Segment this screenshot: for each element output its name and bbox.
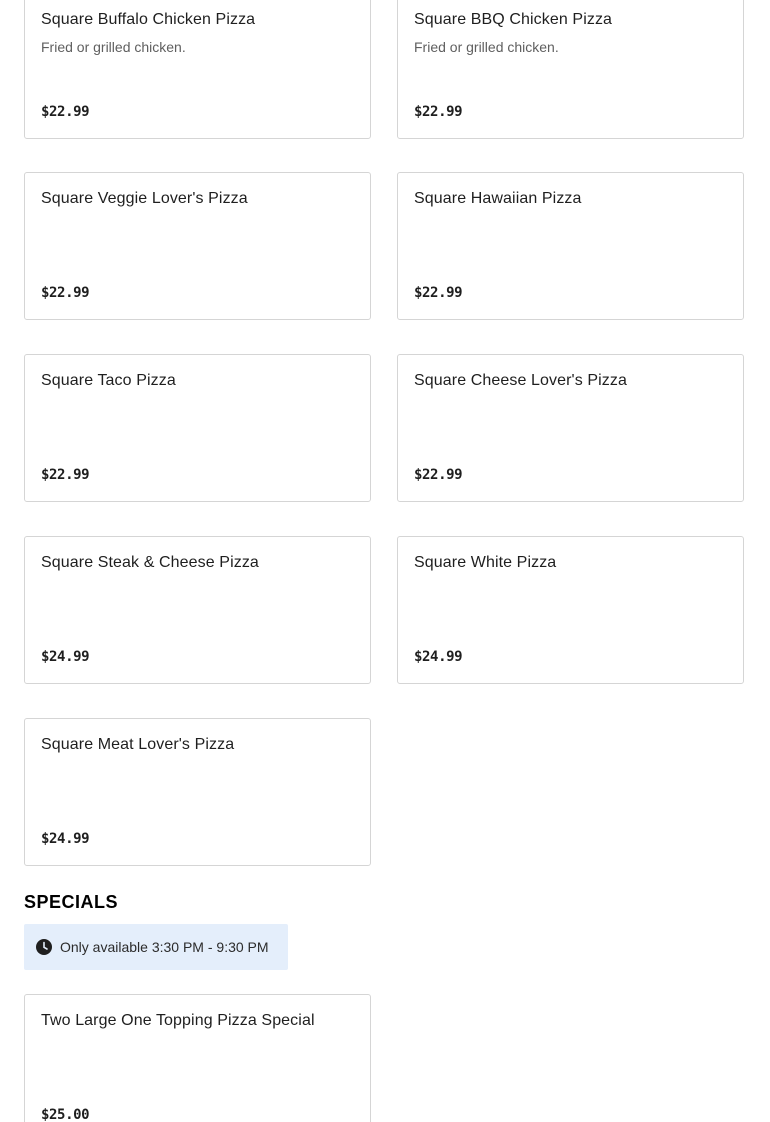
menu-item-name: Two Large One Topping Pizza Special [41, 1012, 315, 1029]
menu-item-card[interactable]: Square Steak & Cheese Pizza $24.99 [24, 536, 371, 684]
menu-item-price: $22.99 [414, 467, 463, 483]
specials-section-title: SPECIALS [24, 892, 119, 912]
special-item-card[interactable]: Two Large One Topping Pizza Special $25.… [24, 994, 371, 1122]
menu-item-name: Square Hawaiian Pizza [414, 190, 582, 207]
menu-item-card[interactable]: Square Buffalo Chicken Pizza Fried or gr… [24, 0, 371, 139]
menu-item-name: Square Cheese Lover's Pizza [414, 372, 627, 389]
availability-banner: Only available 3:30 PM - 9:30 PM [24, 924, 288, 970]
menu-item-name: Square Veggie Lover's Pizza [41, 190, 248, 207]
menu-item-card[interactable]: Square Taco Pizza $22.99 [24, 354, 371, 502]
menu-item-price: $24.99 [41, 649, 90, 665]
menu-item-description: Fried or grilled chicken. [41, 39, 186, 55]
menu-page: Square Buffalo Chicken Pizza Fried or gr… [0, 0, 770, 1122]
menu-item-name: Square Buffalo Chicken Pizza [41, 11, 256, 28]
menu-item-card[interactable]: Square Meat Lover's Pizza $24.99 [24, 718, 371, 866]
menu-item-price: $22.99 [414, 104, 463, 120]
menu-item-name: Square White Pizza [414, 554, 557, 571]
menu-item-name: Square Taco Pizza [41, 372, 176, 389]
menu-item-price: $25.00 [41, 1107, 90, 1122]
menu-item-card[interactable]: Square Veggie Lover's Pizza $22.99 [24, 172, 371, 320]
menu-item-price: $22.99 [414, 285, 463, 301]
menu-item-price: $22.99 [41, 285, 90, 301]
menu-item-description: Fried or grilled chicken. [414, 39, 559, 55]
menu-item-name: Square Meat Lover's Pizza [41, 736, 235, 753]
menu-item-name: Square Steak & Cheese Pizza [41, 554, 259, 571]
availability-text: Only available 3:30 PM - 9:30 PM [60, 939, 269, 955]
menu-item-price: $22.99 [41, 104, 90, 120]
clock-icon [36, 939, 52, 955]
menu-item-price: $22.99 [41, 467, 90, 483]
menu-item-card[interactable]: Square White Pizza $24.99 [397, 536, 744, 684]
menu-item-card[interactable]: Square Cheese Lover's Pizza $22.99 [397, 354, 744, 502]
menu-item-name: Square BBQ Chicken Pizza [414, 11, 613, 28]
menu-item-price: $24.99 [41, 831, 90, 847]
menu-item-price: $24.99 [414, 649, 463, 665]
menu-item-card[interactable]: Square Hawaiian Pizza $22.99 [397, 172, 744, 320]
menu-item-card[interactable]: Square BBQ Chicken Pizza Fried or grille… [397, 0, 744, 139]
